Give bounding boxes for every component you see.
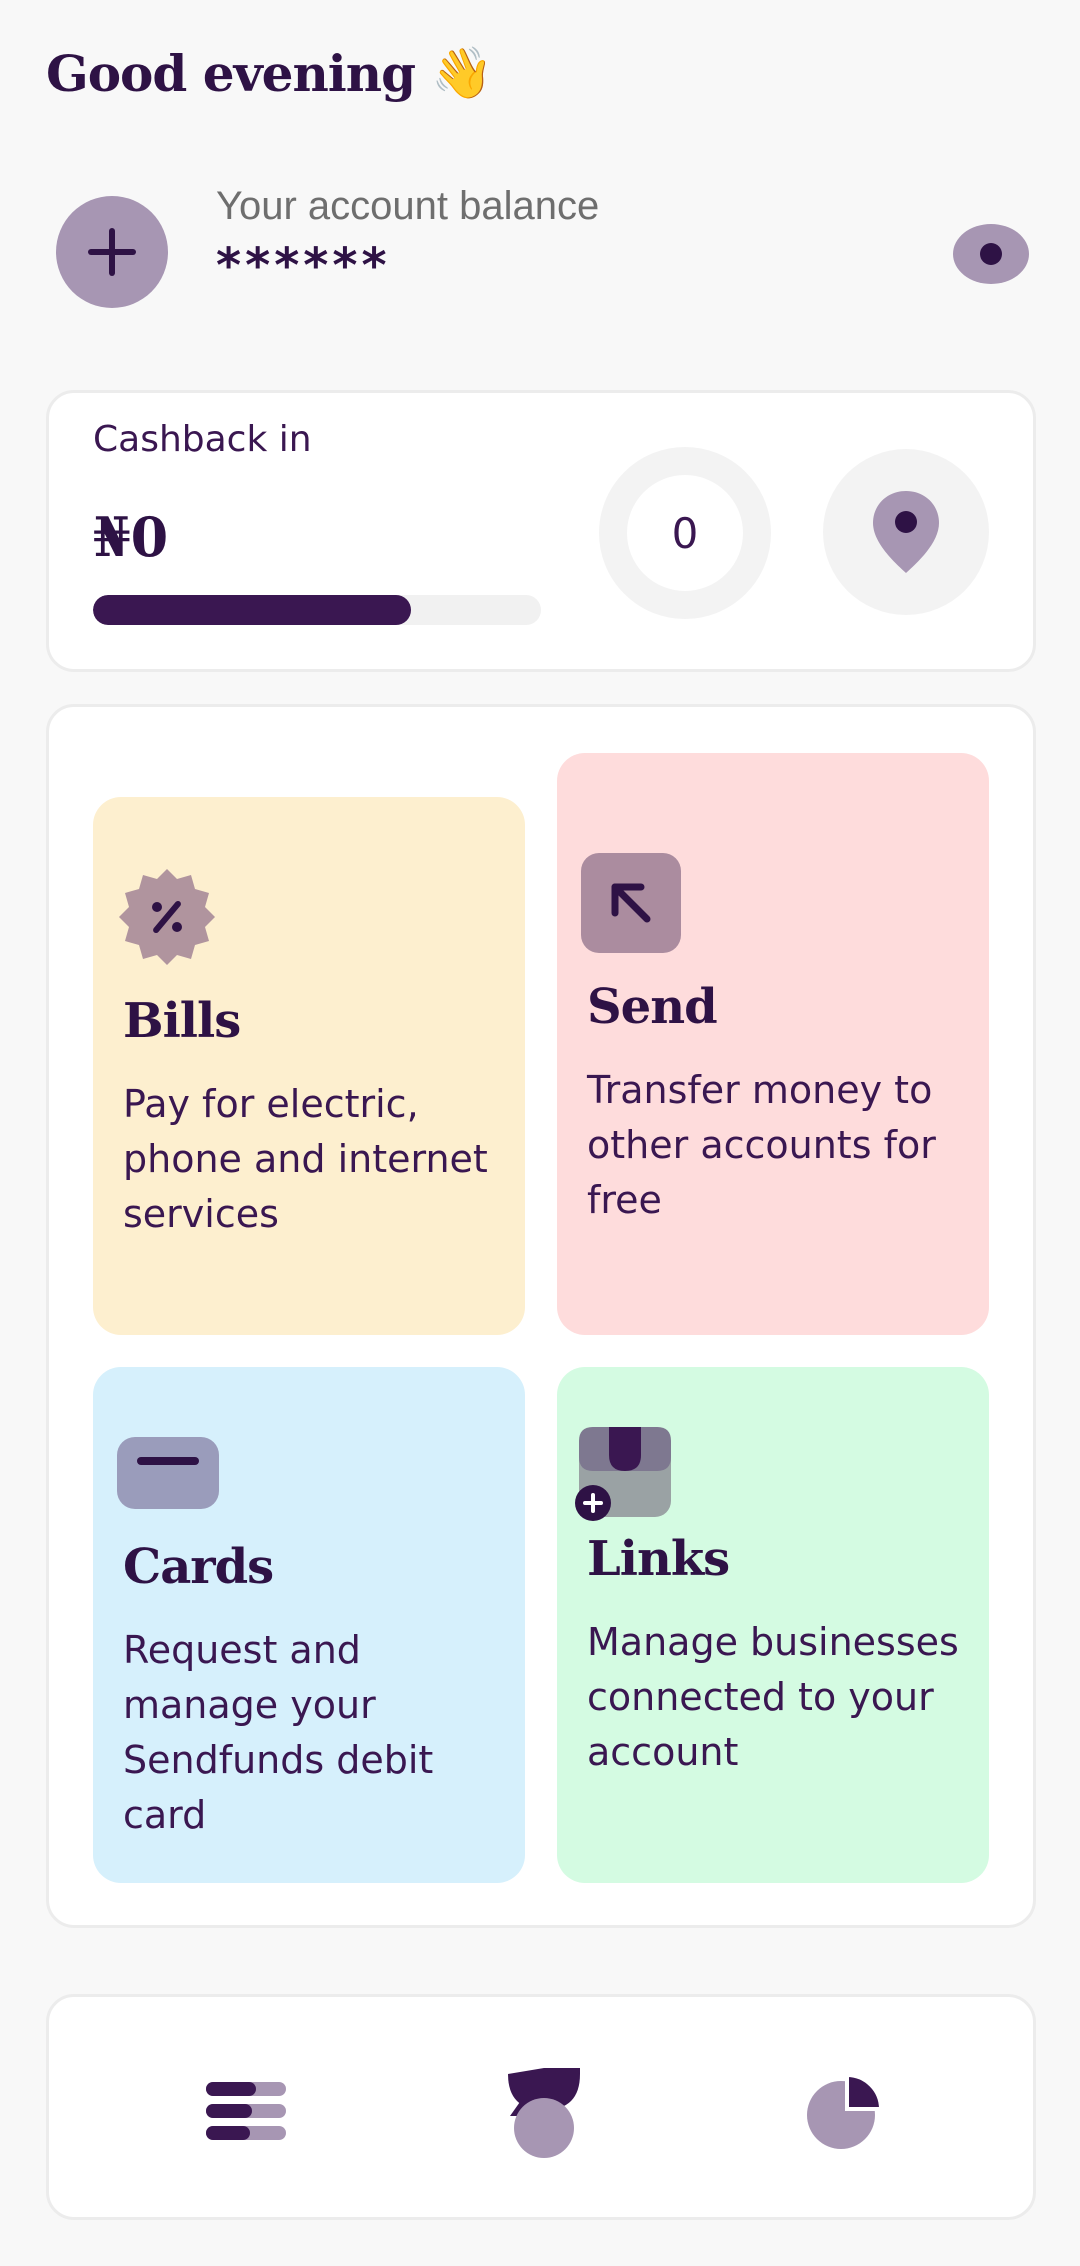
links-title: Links [587,1531,730,1587]
greeting-header: Good evening 👋 [46,44,493,103]
greeting-text: Good evening [46,44,416,103]
bills-description: Pay for electric, phone and internet ser… [123,1082,488,1236]
eye-icon [953,224,1029,284]
toggle-balance-visibility-button[interactable] [952,222,1030,286]
nav-insights-button[interactable] [789,2057,899,2167]
cashback-label: Cashback in [93,419,312,460]
balance-row: Your account balance ****** [56,184,1030,308]
send-description: Transfer money to other accounts for fre… [587,1068,936,1222]
cashback-counter: 0 [599,447,771,619]
plus-icon [88,228,136,276]
cashback-card[interactable]: Cashback in ₦0 0 [46,390,1036,672]
card-icon [117,1437,219,1513]
links-description: Manage businesses connected to your acco… [587,1620,959,1774]
nav-home-button[interactable] [489,2057,599,2167]
send-title: Send [587,979,718,1035]
services-card: Bills Pay for electric, phone and intern… [46,704,1036,1928]
arrow-up-left-icon [581,853,681,957]
add-money-button[interactable] [56,196,168,308]
cards-tile[interactable]: Cards Request and manage your Sendfunds … [93,1367,525,1883]
cashback-progress-fill [93,595,412,625]
cards-title: Cards [123,1539,274,1595]
cashback-progress-bar [93,595,541,625]
discount-badge-icon [117,867,217,971]
sendfunds-logo-icon [508,2068,580,2158]
links-tile[interactable]: Links Manage businesses connected to you… [557,1367,989,1883]
home-screen: Good evening 👋 Your account balance ****… [0,0,1080,2266]
bills-title: Bills [123,993,241,1049]
cashback-counter-value: 0 [671,508,699,558]
nav-menu-button[interactable] [191,2057,301,2167]
location-button[interactable] [823,449,989,615]
balance-label: Your account balance [216,184,600,228]
waving-hand-emoji: 👋 [431,44,493,102]
balance-value: ****** [216,238,391,294]
cashback-amount: ₦0 [93,505,169,569]
store-add-icon [575,1417,675,1527]
bills-tile[interactable]: Bills Pay for electric, phone and intern… [93,797,525,1335]
pie-chart-icon [807,2072,884,2149]
cards-description: Request and manage your Sendfunds debit … [123,1628,434,1837]
menu-icon [206,2082,286,2140]
map-pin-icon [873,491,939,573]
send-tile[interactable]: Send Transfer money to other accounts fo… [557,753,989,1335]
bottom-navigation [46,1994,1036,2220]
